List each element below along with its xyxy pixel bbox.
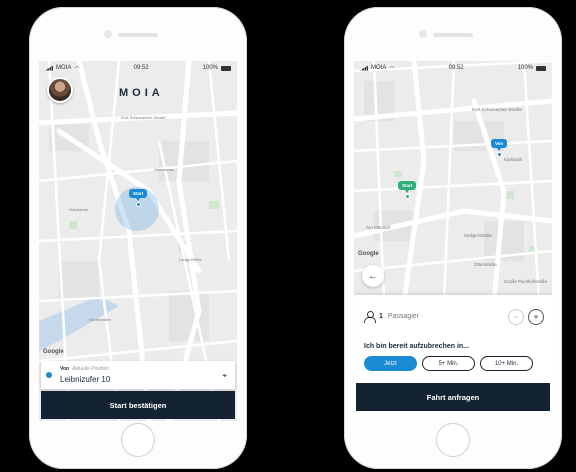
status-bar: MOIA ◠ 09:52 100% xyxy=(39,61,237,75)
destination-pin-label: Start xyxy=(398,181,417,190)
street-label: Lange Reihe xyxy=(179,257,202,262)
street-label: Große Packhofstraße xyxy=(504,279,548,284)
speaker-grill xyxy=(433,33,473,37)
profile-avatar[interactable] xyxy=(47,77,73,103)
minus-icon: − xyxy=(513,311,519,322)
increase-passengers-button[interactable]: + xyxy=(528,309,544,325)
pin-tail xyxy=(136,198,141,201)
dropoff-dot xyxy=(404,194,410,199)
start-pin[interactable]: Start xyxy=(129,189,148,207)
phone-frame-right: Kurt-Schumacher-Straße Karlstadt Am Mars… xyxy=(344,7,562,469)
start-pin-label: Start xyxy=(129,189,148,198)
screen-start-confirm: Kurt-Schumacher-Straße Steindamm Holzdam… xyxy=(39,61,237,421)
person-icon xyxy=(364,311,376,323)
option-now[interactable]: Jetzt xyxy=(364,356,417,371)
option-5-min[interactable]: 5+ Min. xyxy=(422,356,475,371)
wifi-icon: ◠ xyxy=(74,65,80,72)
google-attribution: Google xyxy=(43,349,64,355)
origin-dot-icon xyxy=(46,372,52,378)
request-ride-button[interactable]: Fahrt anfragen xyxy=(356,383,550,411)
from-address: Leibnizufer 10 xyxy=(60,375,111,384)
clock: 09:52 xyxy=(133,65,149,71)
from-hint: Aktuelle Position xyxy=(72,366,110,372)
pickup-dot xyxy=(496,152,502,157)
camera-dot xyxy=(419,30,427,38)
passenger-row: 1 Passagier xyxy=(364,311,420,323)
passenger-label: Passagier xyxy=(387,313,420,320)
camera-dot xyxy=(104,30,112,38)
locate-icon[interactable]: ⌖ xyxy=(222,371,227,381)
street-label: Kurt-Schumacher-Straße xyxy=(121,115,166,120)
option-10-min[interactable]: 10+ Min. xyxy=(480,356,533,371)
wifi-icon: ◠ xyxy=(389,65,395,72)
phone-frame-left: Kurt-Schumacher-Straße Steindamm Holzdam… xyxy=(29,7,247,469)
street-label: Otterstraße xyxy=(474,262,497,267)
street-label: Holzdamm xyxy=(69,207,89,212)
from-pin[interactable]: Von xyxy=(491,139,508,157)
location-dot xyxy=(135,202,141,207)
carrier-name: MOIA xyxy=(371,65,387,71)
destination-pin[interactable]: Start xyxy=(398,181,417,199)
back-button[interactable]: ← xyxy=(362,265,384,287)
pin-tail xyxy=(497,148,502,151)
from-pin-label: Von xyxy=(491,139,508,148)
street-label: Kirchenallee xyxy=(89,317,112,322)
signal-icon xyxy=(45,65,53,71)
from-label: Von xyxy=(60,366,70,372)
street-label: Am Marstall xyxy=(366,225,390,230)
clock: 09:52 xyxy=(448,65,464,71)
street-label: Steindamm xyxy=(154,167,175,172)
screen-request-ride: Kurt-Schumacher-Straße Karlstadt Am Mars… xyxy=(354,61,552,421)
passenger-count: 1 xyxy=(379,313,383,320)
arrow-left-icon: ← xyxy=(368,270,378,282)
carrier-name: MOIA xyxy=(56,65,72,71)
departure-time-options: Jetzt 5+ Min. 10+ Min. xyxy=(364,356,533,371)
google-attribution: Google xyxy=(358,251,379,257)
battery-icon xyxy=(536,65,546,71)
confirm-start-button[interactable]: Start bestätigen xyxy=(41,391,235,419)
signal-icon xyxy=(360,65,368,71)
street-label: Heiligerstraße xyxy=(464,233,493,238)
battery-icon xyxy=(221,65,231,71)
battery-percent: 100% xyxy=(517,65,533,71)
pin-tail xyxy=(405,190,410,193)
street-label: Kurt-Schumacher-Straße xyxy=(472,107,523,112)
home-button[interactable] xyxy=(121,423,155,457)
moia-logo: MOIA xyxy=(119,87,164,99)
status-bar: MOIA ◠ 09:52 100% xyxy=(354,61,552,75)
battery-percent: 100% xyxy=(202,65,218,71)
departure-prompt: Ich bin bereit aufzubrechen in... xyxy=(364,343,470,350)
street-label: Karlstadt xyxy=(504,157,523,162)
plus-icon: + xyxy=(533,311,539,322)
ride-options-sheet: 1 Passagier − + Ich bin bereit aufzubrec… xyxy=(354,295,552,421)
from-caption: Von Aktuelle Position xyxy=(60,366,109,372)
decrease-passengers-button[interactable]: − xyxy=(508,309,524,325)
from-location-card[interactable]: Von Aktuelle Position Leibnizufer 10 ⌖ xyxy=(41,361,235,389)
home-button[interactable] xyxy=(436,423,470,457)
speaker-grill xyxy=(118,33,158,37)
